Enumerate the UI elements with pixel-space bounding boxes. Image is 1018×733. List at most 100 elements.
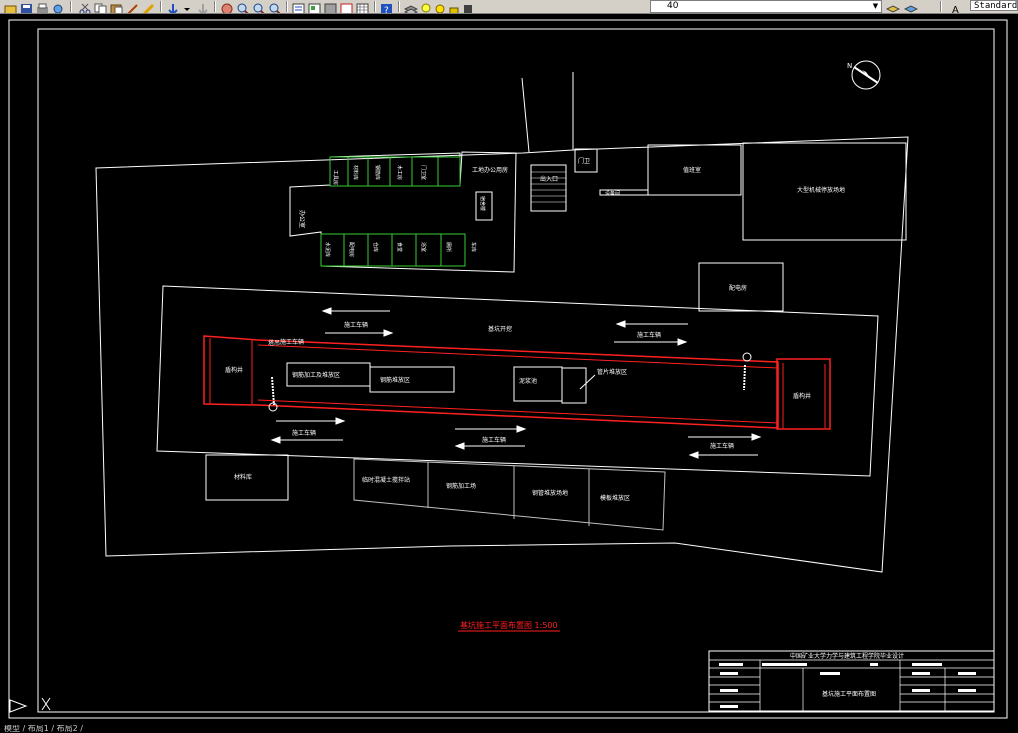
flow-2-label: 施工车辆 <box>637 331 661 339</box>
match-properties-icon[interactable] <box>126 0 140 13</box>
bottom-3-label: 钢管堆放场地 <box>532 489 568 497</box>
bottom-2-label: 钢筋加工场 <box>446 482 476 490</box>
flow-4-label: 施工车辆 <box>482 436 506 444</box>
office-top-1-label: 工具房 <box>332 170 339 185</box>
standard-toolbar: ? 40 ▼ A Standard <box>0 0 1018 14</box>
right-shed-label: 配电房 <box>729 284 747 292</box>
flow-1-label: 施工车辆 <box>344 321 368 329</box>
text-style-icon[interactable]: A <box>950 0 964 14</box>
office-row-7-label: 车库 <box>470 242 477 252</box>
office-top-2-label: 材料库 <box>352 165 359 180</box>
office-row-1-label: 水泥库 <box>324 242 331 257</box>
layer-value: 40 <box>667 1 679 11</box>
preview-icon[interactable] <box>52 0 66 13</box>
gate-building-label: 值班室 <box>683 166 701 174</box>
bottom-4-label: 模板堆放区 <box>600 494 630 502</box>
office-row-2-label: 配电房 <box>348 242 355 257</box>
cut-icon[interactable] <box>78 0 92 13</box>
office-row-5-label: 浴室 <box>420 242 427 252</box>
text-style-value: Standard <box>974 1 1018 11</box>
zoom-previous-icon[interactable] <box>268 0 282 13</box>
entrance-road <box>521 72 574 153</box>
pit-right-end-label: 盾构井 <box>793 392 811 400</box>
svg-text:A: A <box>952 5 959 14</box>
undo-dropdown-icon[interactable] <box>182 0 196 12</box>
flow-3-label: 施工车辆 <box>292 429 316 437</box>
zoom-realtime-icon[interactable] <box>236 0 250 13</box>
drawing-canvas[interactable]: N 出入口 门卫 设备间 值班室 大型机械停放场地 配电房 办公室 工具房 材料… <box>0 14 1018 725</box>
site-office-label: 工地办公用房 <box>472 166 508 174</box>
title-block-name: 基坑施工平面布置图 <box>822 690 876 698</box>
office-row-6-label: 厕所 <box>445 242 452 252</box>
layer-manager-icon[interactable] <box>403 0 419 13</box>
store-3-label: 泥浆池 <box>519 377 537 385</box>
store-3b <box>561 367 587 404</box>
store-4-label: 管片堆放区 <box>597 368 627 376</box>
crane-label: 塔吊 <box>268 339 280 347</box>
tool-palettes-icon[interactable] <box>324 0 338 13</box>
office-block: 办公室 工具房 材料库 钢筋库 木工房 门卫室 工地办公用房 宿舍楼 水泥库 配… <box>289 151 517 273</box>
redo-icon[interactable] <box>196 0 210 13</box>
layer-sun-icon <box>434 0 448 13</box>
zoom-window-icon[interactable] <box>252 0 266 13</box>
plot-icon[interactable] <box>36 0 50 13</box>
pit-left-end-label: 盾构井 <box>225 366 243 374</box>
bottom-1-label: 临时混凝土搅拌站 <box>362 476 410 484</box>
office-left-2-label: 宿舍楼 <box>479 196 486 211</box>
flow-5-label: 施工车辆 <box>710 442 734 450</box>
undo-icon[interactable] <box>166 0 180 13</box>
site-boundary <box>95 136 909 573</box>
properties-icon[interactable] <box>292 0 306 13</box>
quickcalc-icon[interactable] <box>356 0 370 13</box>
outer-frame <box>8 19 1008 719</box>
pan-icon[interactable] <box>220 0 234 13</box>
design-center-icon[interactable] <box>308 0 322 13</box>
layer-color-icon <box>462 0 476 13</box>
pit-main-label: 基坑开挖 <box>488 325 512 333</box>
office-top-5-label: 门卫室 <box>420 165 427 180</box>
help-icon[interactable]: ? <box>380 0 394 14</box>
tower-crane-right <box>742 352 752 391</box>
paste-icon[interactable] <box>110 0 124 13</box>
svg-text:?: ? <box>384 6 389 14</box>
store-2-label: 钢筋堆放区 <box>380 376 410 384</box>
layout-tabs[interactable]: 模型 / 布局1 / 布局2 / <box>0 725 1018 733</box>
inner-frame <box>37 28 995 713</box>
small-shed-label: 设备间 <box>605 190 620 197</box>
ucs-icon <box>9 697 51 713</box>
layer-states-icon[interactable] <box>903 0 919 13</box>
layout-tabs-label: 模型 / 布局1 / 布局2 / <box>4 725 83 733</box>
office-top-3-label: 钢筋库 <box>374 165 381 180</box>
stair-label: 出入口 <box>540 175 558 183</box>
title-block: 中国矿业大学力学与建筑工程学院毕业设计 基坑施工平面布置图 <box>708 650 995 712</box>
office-row-4-label: 食堂 <box>396 242 403 252</box>
north-label: N <box>847 62 852 70</box>
office-left-label: 办公室 <box>298 210 306 228</box>
north-arrow: N <box>847 60 881 90</box>
save-icon[interactable] <box>20 0 34 13</box>
layer-lock-icon <box>448 0 462 13</box>
bottom-left-box-label: 材料库 <box>234 473 252 481</box>
traffic-arrows: 施工车辆 施工车辆 施工车辆 施工车辆 施工车辆 施工车辆 <box>270 307 762 459</box>
layer-dropdown[interactable]: 40 ▼ <box>650 0 882 13</box>
layer-bulb-icon <box>420 0 434 13</box>
copy-icon[interactable] <box>94 0 108 13</box>
guard-label: 门卫 <box>578 157 590 165</box>
store-1-label: 钢筋加工及堆放区 <box>292 371 340 379</box>
bottom-yards: 临时混凝土搅拌站 钢筋加工场 钢管堆放场地 模板堆放区 <box>353 458 666 531</box>
flow-6-label: 施工车辆 <box>280 338 304 346</box>
stair-block: 出入口 <box>530 164 567 212</box>
machinery-yard-label: 大型机械停放场地 <box>797 186 845 194</box>
title-block-header: 中国矿业大学力学与建筑工程学院毕业设计 <box>790 652 904 660</box>
eraser-icon[interactable] <box>142 0 156 13</box>
text-style-dropdown[interactable]: Standard <box>970 0 1018 11</box>
open-icon[interactable] <box>4 0 18 13</box>
leader-line <box>579 374 596 390</box>
chevron-down-icon[interactable]: ▼ <box>871 1 880 12</box>
office-row-3-label: 仓库 <box>372 242 379 252</box>
haul-road <box>156 285 879 477</box>
drawing-title: 基坑施工平面布置图 1:500 <box>460 620 558 630</box>
layer-previous-icon[interactable] <box>885 0 901 13</box>
sheet-set-icon[interactable] <box>340 0 354 13</box>
office-top-4-label: 木工房 <box>396 165 403 180</box>
